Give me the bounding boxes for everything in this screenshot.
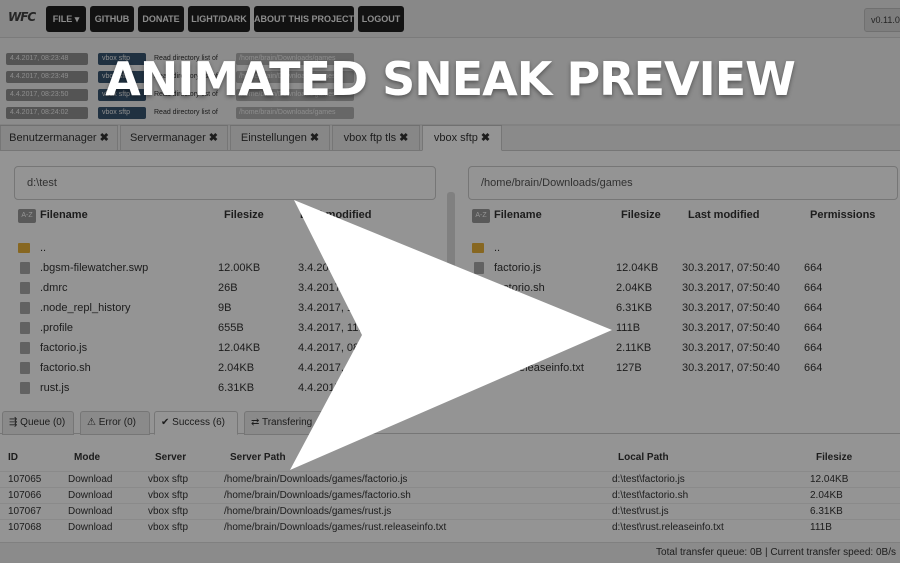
play-arrow-shape (290, 200, 612, 470)
overlay-headline: ANIMATED SNEAK PREVIEW (105, 52, 796, 106)
